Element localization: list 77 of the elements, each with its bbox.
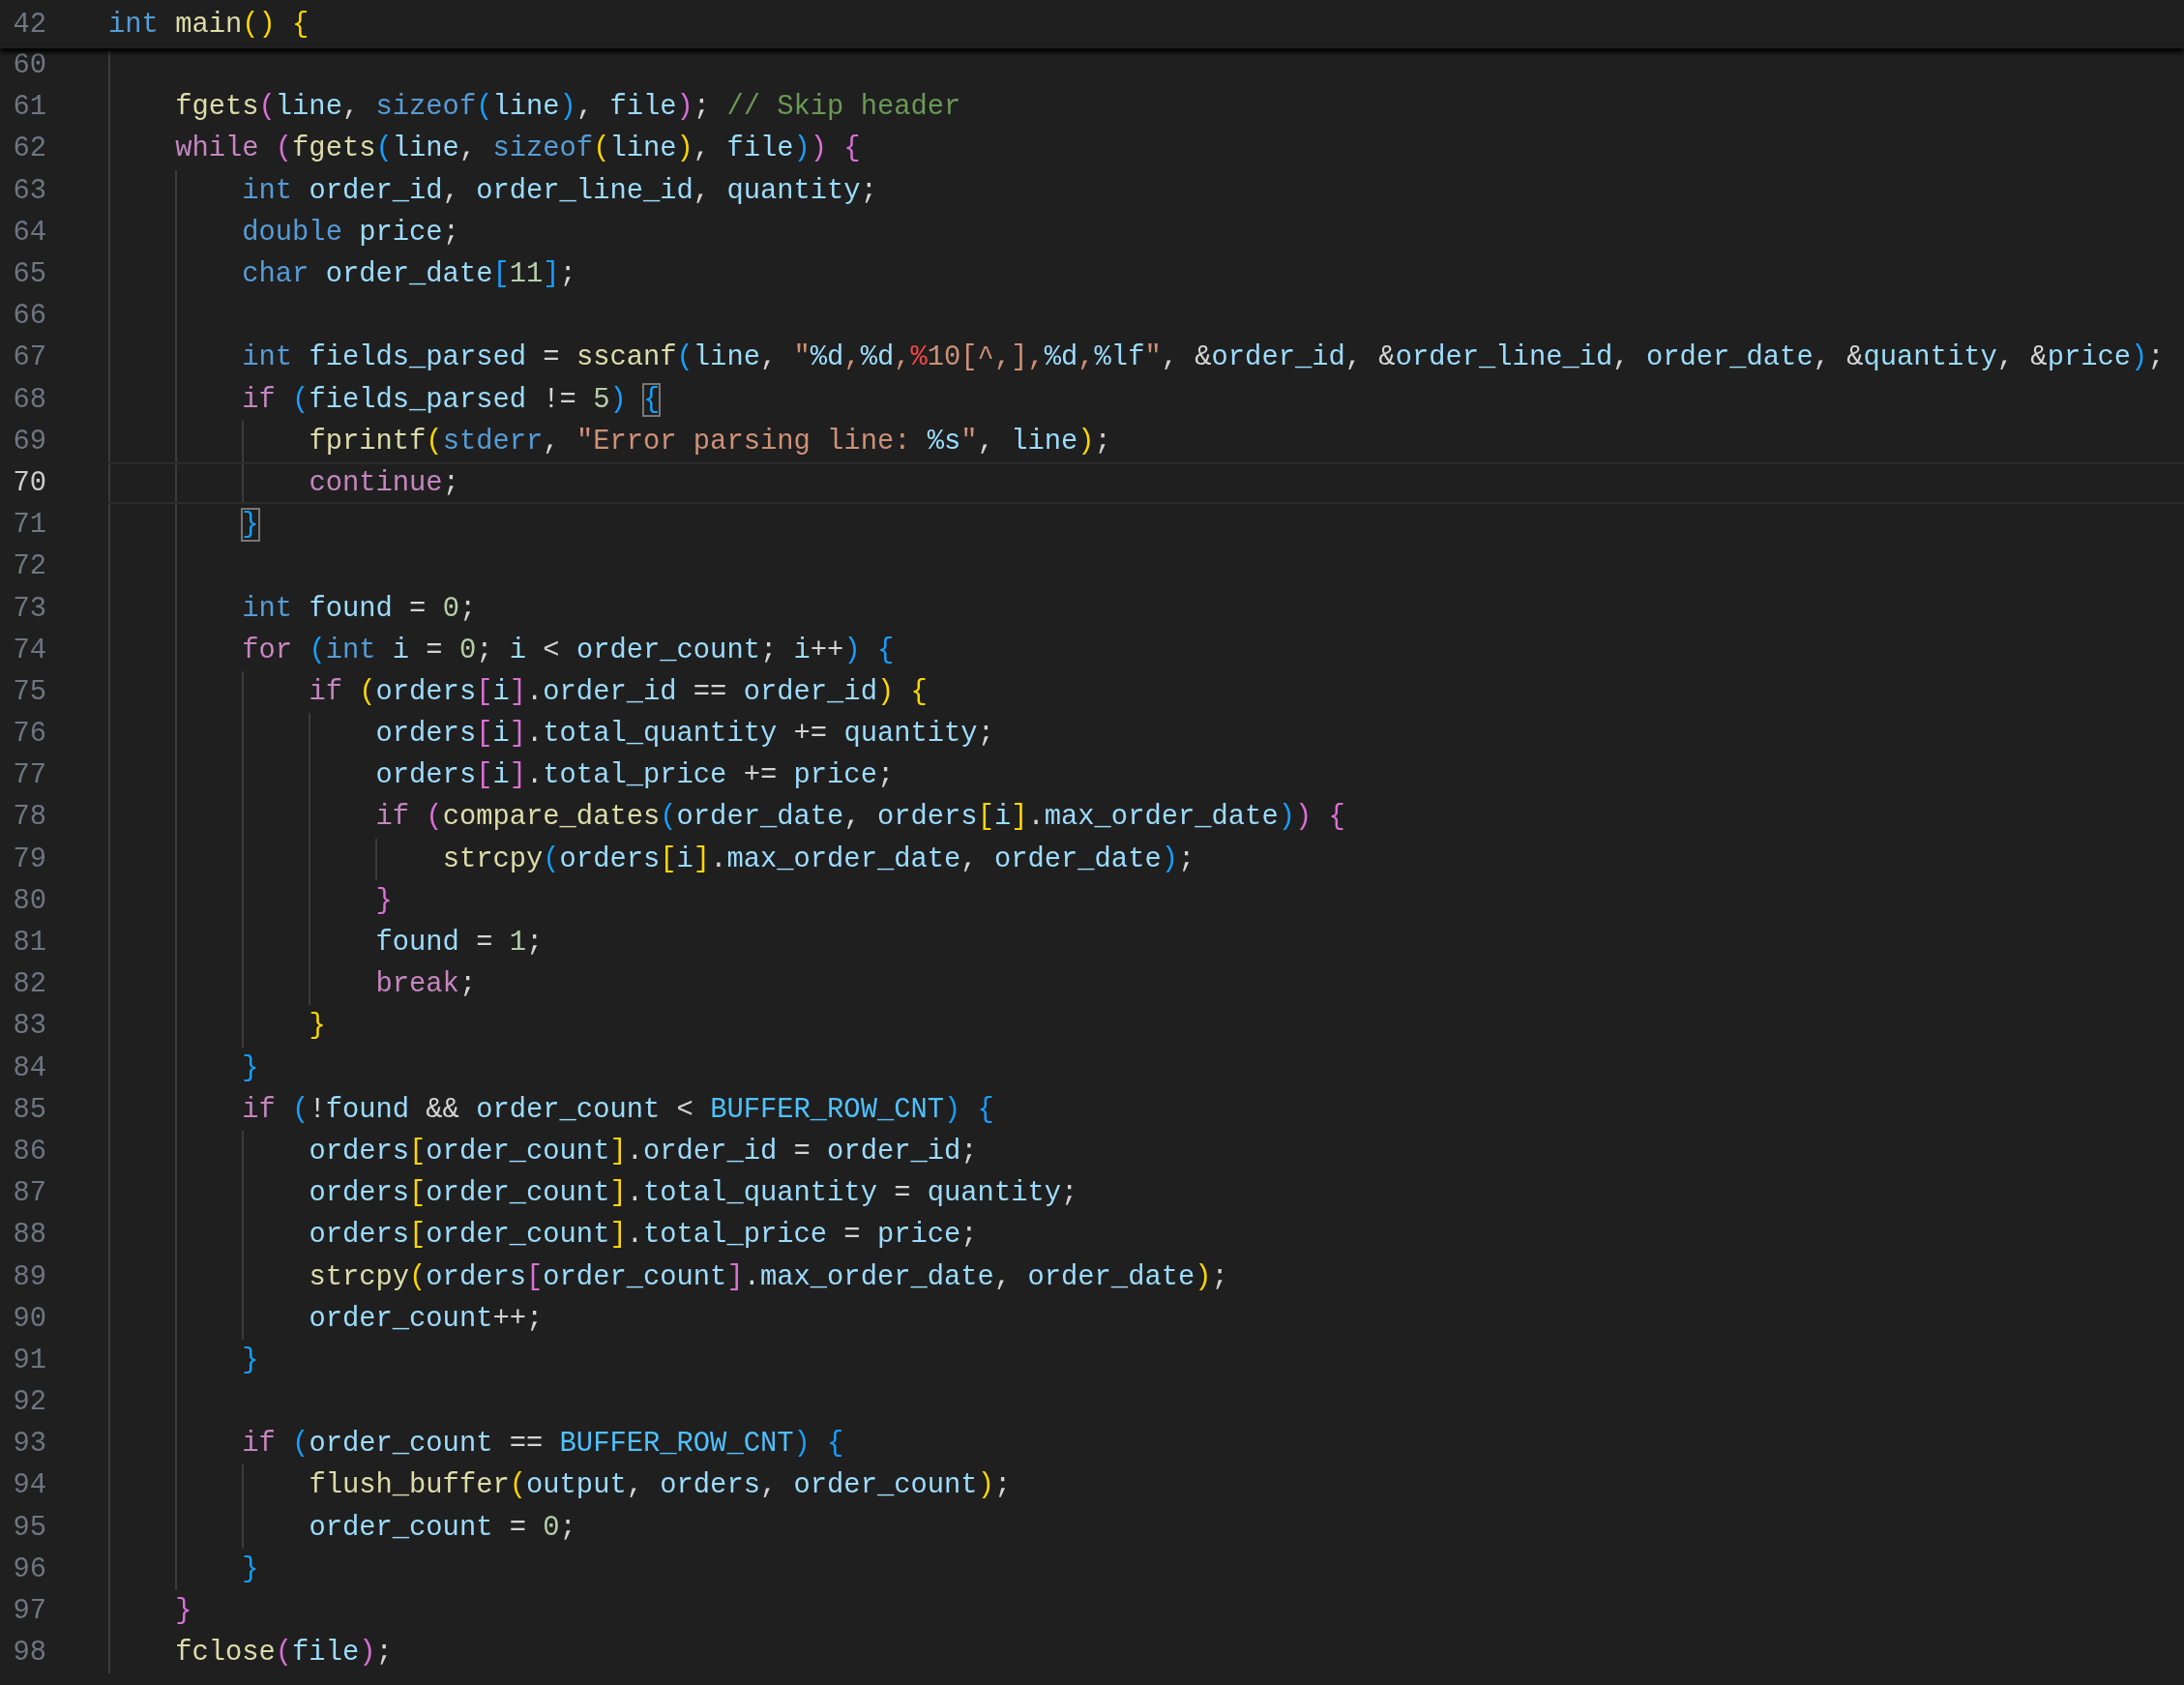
code-line: } — [242, 1051, 259, 1084]
code-line: order_count = 0; — [309, 1511, 576, 1544]
line-number: 89 — [12, 1260, 46, 1293]
line-number: 61 — [12, 91, 46, 124]
line-number: 97 — [12, 1595, 46, 1628]
line-number: 73 — [12, 592, 46, 625]
line-number: 78 — [12, 801, 46, 834]
code-line: strcpy(orders[order_count].max_order_date, order_date); — [309, 1260, 1228, 1293]
code-line: orders[i].total_quantity += quantity; — [375, 718, 994, 751]
line-number: 79 — [12, 842, 46, 875]
line-number: 63 — [12, 174, 46, 207]
line-number: 84 — [12, 1051, 46, 1084]
code-line: found = 1; — [375, 927, 544, 960]
code-line: if (!found && order_count < BUFFER_ROW_CNT) { — [242, 1093, 994, 1126]
line-number: 98 — [12, 1637, 46, 1670]
line-number: 77 — [12, 759, 46, 792]
code-line: } — [242, 1344, 259, 1376]
line-number: 86 — [12, 1135, 46, 1168]
line-number: 60 — [12, 49, 46, 82]
line-number: 72 — [12, 550, 46, 583]
line-number: 67 — [12, 341, 46, 374]
code-line: char order_date[11]; — [242, 258, 576, 291]
code-line: int found = 0; — [242, 592, 477, 625]
sticky-scroll-header[interactable]: 42 int main() { — [0, 0, 2184, 48]
code-line: int fields_parsed = sscanf(line, "%d,%d,%10[^,],%d,%lf", &order_id, &order_line_id, order_date, &quantity, &price); — [242, 341, 2165, 374]
code-line: } — [242, 509, 259, 542]
line-number: 75 — [12, 675, 46, 708]
line-number: 68 — [12, 383, 46, 416]
line-number: 91 — [12, 1344, 46, 1376]
line-number: 74 — [12, 634, 46, 666]
code-line: break; — [375, 968, 477, 1001]
code-line: orders[order_count].total_price = price; — [309, 1219, 978, 1252]
code-line: if (order_count == BUFFER_ROW_CNT) { — [242, 1428, 844, 1461]
code-line: fprintf(stderr, "Error parsing line: %s", line); — [309, 425, 1111, 458]
line-number: 66 — [12, 300, 46, 333]
line-number: 87 — [12, 1177, 46, 1210]
line-number: 81 — [12, 927, 46, 960]
code-line: for (int i = 0; i < order_count; i++) { — [242, 634, 895, 666]
code-line: } — [309, 1010, 326, 1043]
code-line: if (orders[i].order_id == order_id) { — [309, 675, 928, 708]
code-line: if (fields_parsed != 5) { — [242, 383, 661, 416]
line-number: 90 — [12, 1302, 46, 1335]
code-line: double price; — [242, 216, 459, 249]
code-line: order_count++; — [309, 1302, 544, 1335]
line-number: 64 — [12, 216, 46, 249]
code-line: } — [175, 1595, 192, 1628]
code-line: if (compare_dates(order_date, orders[i].max_order_date)) { — [375, 801, 1345, 834]
line-number: 80 — [12, 884, 46, 917]
line-number: 85 — [12, 1093, 46, 1126]
code-line: strcpy(orders[i].max_order_date, order_date); — [442, 842, 1195, 875]
line-number: 83 — [12, 1010, 46, 1043]
code-line: while (fgets(line, sizeof(line), file)) { — [175, 133, 861, 165]
code-line: } — [375, 884, 393, 917]
line-number: 93 — [12, 1428, 46, 1461]
line-number: 65 — [12, 258, 46, 291]
code-line: continue; — [309, 466, 459, 499]
line-number: 96 — [12, 1552, 46, 1585]
line-number: 71 — [12, 509, 46, 542]
code-line: flush_buffer(output, orders, order_count); — [309, 1469, 1012, 1502]
line-number: 82 — [12, 968, 46, 1001]
line-number: 95 — [12, 1511, 46, 1544]
code-line: int order_id, order_line_id, quantity; — [242, 174, 877, 207]
line-number: 94 — [12, 1469, 46, 1502]
code-line: orders[i].total_price += price; — [375, 759, 895, 792]
line-number: 88 — [12, 1219, 46, 1252]
code-line: } — [242, 1552, 259, 1585]
line-number: 69 — [12, 425, 46, 458]
code-line: int main() { — [108, 8, 310, 41]
code-line: orders[order_count].order_id = order_id; — [309, 1135, 978, 1168]
line-number: 76 — [12, 718, 46, 751]
code-line: orders[order_count].total_quantity = quantity; — [309, 1177, 1078, 1210]
line-number: 62 — [12, 133, 46, 165]
line-number: 92 — [12, 1386, 46, 1419]
line-number: 70 — [12, 466, 46, 499]
line-number: 42 — [12, 8, 46, 41]
code-line: fgets(line, sizeof(line), file); // Skip header — [175, 91, 961, 124]
code-line: fclose(file); — [175, 1637, 393, 1670]
